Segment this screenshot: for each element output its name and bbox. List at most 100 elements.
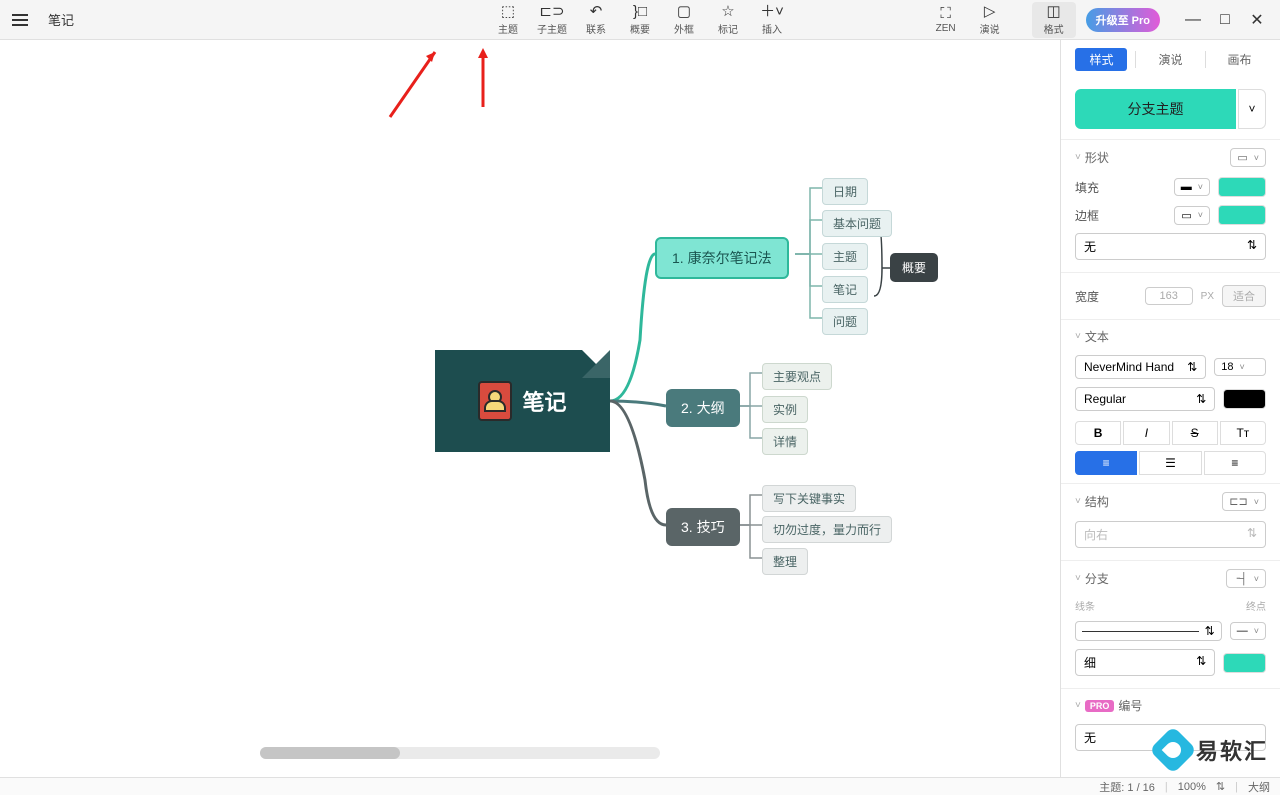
- zoom-level[interactable]: 100%: [1178, 781, 1206, 793]
- width-input[interactable]: [1145, 287, 1193, 305]
- tab-style[interactable]: 样式: [1075, 48, 1127, 71]
- format-icon: ◫: [1047, 4, 1061, 19]
- structure-selector[interactable]: ⊏⊐˅: [1222, 492, 1266, 511]
- topic-icon: ⬚: [501, 4, 515, 19]
- text-color-swatch[interactable]: [1223, 389, 1266, 409]
- toolbar-center: ⬚主题 ⊏⊃子主题 ↶联系 }□概要 ▢外框 ☆标记 ＋˅插入: [486, 2, 794, 38]
- mindmap-leaf[interactable]: 主题: [822, 243, 868, 270]
- mindmap-leaf[interactable]: 问题: [822, 308, 868, 335]
- tool-boundary[interactable]: ▢外框: [662, 2, 706, 38]
- maximize-button[interactable]: □: [1218, 13, 1232, 27]
- branch-topic-button[interactable]: 分支主题: [1075, 89, 1236, 129]
- scrollbar-thumb[interactable]: [260, 747, 400, 759]
- minimize-button[interactable]: —: [1186, 13, 1200, 27]
- section-width: 宽度 PX 适合: [1061, 272, 1280, 319]
- toolbar-right: ⛶ZEN ▷演说 ◫格式 升级至 Pro — □ ✕: [924, 2, 1280, 38]
- shape-selector[interactable]: ▭˅: [1230, 148, 1266, 167]
- branch-style-selector[interactable]: ╶┤˅: [1226, 569, 1266, 588]
- chevron-down-icon[interactable]: ˅: [1075, 331, 1081, 342]
- subtopic-icon: ⊏⊃: [539, 4, 564, 19]
- notebook-icon: [478, 381, 512, 421]
- annotation-arrow-2: [470, 42, 500, 112]
- statusbar: 主题: 1 / 16 | 100%⇅ | 大纲: [0, 777, 1280, 795]
- tab-canvas[interactable]: 画布: [1214, 48, 1266, 71]
- mindmap-leaf[interactable]: 笔记: [822, 276, 868, 303]
- thickness-select[interactable]: 细⇅: [1075, 649, 1215, 676]
- fill-color-swatch[interactable]: [1218, 177, 1266, 197]
- case-button[interactable]: Tт: [1220, 421, 1266, 445]
- mindmap-leaf[interactable]: 详情: [762, 428, 808, 455]
- hamburger-menu[interactable]: [0, 19, 40, 21]
- font-weight-select[interactable]: Regular⇅: [1075, 387, 1215, 411]
- pro-tag: PRO: [1085, 700, 1115, 712]
- mindmap-branch-3[interactable]: 3. 技巧: [666, 508, 740, 546]
- upgrade-pro-badge[interactable]: 升级至 Pro: [1086, 8, 1160, 32]
- mindmap-leaf[interactable]: 日期: [822, 178, 868, 205]
- branch-color-swatch[interactable]: [1223, 653, 1266, 673]
- mindmap-branch-2[interactable]: 2. 大纲: [666, 389, 740, 427]
- tool-summary[interactable]: }□概要: [618, 2, 662, 38]
- relationship-icon: ↶: [590, 4, 603, 19]
- border-color-swatch[interactable]: [1218, 205, 1266, 225]
- watermark-text: 易软汇: [1196, 734, 1268, 766]
- tool-relationship[interactable]: ↶联系: [574, 2, 618, 38]
- mindmap-leaf[interactable]: 切勿过度，量力而行: [762, 516, 892, 543]
- fill-style-select[interactable]: ▬˅: [1174, 178, 1210, 196]
- pitch-icon: ▷: [984, 4, 996, 19]
- annotation-arrow-1: [380, 42, 450, 122]
- mindmap-root-node[interactable]: 笔记: [435, 350, 610, 452]
- window-controls: — □ ✕: [1170, 13, 1280, 27]
- format-panel: 样式 演说 画布 分支主题 ˅ ˅形状 ▭˅ 填充 ▬˅ 边框 ▭˅ 无⇅ 宽度: [1060, 40, 1280, 777]
- document-title: 笔记: [48, 10, 74, 29]
- tool-marker[interactable]: ☆标记: [706, 2, 750, 38]
- endpoint-select[interactable]: —˅: [1230, 622, 1266, 640]
- align-right-button[interactable]: ≡: [1204, 451, 1266, 475]
- align-left-button[interactable]: ≡: [1075, 451, 1137, 475]
- strike-button[interactable]: S: [1172, 421, 1218, 445]
- watermark-logo-icon: [1149, 726, 1197, 774]
- tool-insert[interactable]: ＋˅插入: [750, 2, 794, 38]
- tool-topic[interactable]: ⬚主题: [486, 2, 530, 38]
- align-center-button[interactable]: ☰: [1139, 451, 1201, 475]
- section-shape: ˅形状 ▭˅ 填充 ▬˅ 边框 ▭˅ 无⇅: [1061, 139, 1280, 272]
- section-branch: ˅分支 ╶┤˅ 线条 终点 ⇅ —˅ 细⇅: [1061, 560, 1280, 688]
- view-mode[interactable]: 大纲: [1248, 779, 1270, 795]
- fit-button[interactable]: 适合: [1222, 285, 1266, 307]
- mindmap-leaf[interactable]: 主要观点: [762, 363, 832, 390]
- section-text: ˅文本 NeverMind Hand⇅ 18˅ Regular⇅ B I S T…: [1061, 319, 1280, 483]
- italic-button[interactable]: I: [1123, 421, 1169, 445]
- direction-select[interactable]: 向右⇅: [1075, 521, 1266, 548]
- close-button[interactable]: ✕: [1250, 13, 1264, 27]
- bold-button[interactable]: B: [1075, 421, 1121, 445]
- mindmap-branch-1[interactable]: 1. 康奈尔笔记法: [655, 237, 789, 279]
- tool-zen[interactable]: ⛶ZEN: [924, 4, 968, 36]
- panel-tabs: 样式 演说 画布: [1061, 40, 1280, 79]
- mindmap-leaf[interactable]: 整理: [762, 548, 808, 575]
- zen-icon: ⛶: [940, 6, 951, 21]
- mindmap-leaf[interactable]: 基本问题: [822, 210, 892, 237]
- font-size-select[interactable]: 18˅: [1214, 358, 1266, 376]
- chevron-down-icon[interactable]: ˅: [1075, 152, 1081, 163]
- branch-dropdown[interactable]: ˅: [1238, 89, 1266, 129]
- chevron-down-icon[interactable]: ˅: [1075, 573, 1081, 584]
- chevron-down-icon[interactable]: ˅: [1075, 700, 1081, 711]
- marker-icon: ☆: [721, 4, 734, 19]
- canvas[interactable]: 笔记 1. 康奈尔笔记法 2. 大纲 3. 技巧 日期 基本问题 主题 笔记 问…: [0, 40, 1060, 777]
- tab-pitch[interactable]: 演说: [1144, 48, 1196, 71]
- font-select[interactable]: NeverMind Hand⇅: [1075, 355, 1206, 379]
- horizontal-scrollbar[interactable]: [260, 747, 660, 759]
- topic-count: 主题: 1 / 16: [1099, 779, 1155, 795]
- chevron-down-icon[interactable]: ˅: [1075, 496, 1081, 507]
- root-label: 笔记: [522, 385, 566, 417]
- line-style-select[interactable]: 无⇅: [1075, 233, 1266, 260]
- mindmap-leaf[interactable]: 写下关键事实: [762, 485, 856, 512]
- boundary-icon: ▢: [677, 4, 691, 19]
- line-style-preview[interactable]: ⇅: [1075, 621, 1222, 641]
- tool-pitch[interactable]: ▷演说: [968, 2, 1012, 38]
- tool-format[interactable]: ◫格式: [1032, 2, 1076, 38]
- tool-subtopic[interactable]: ⊏⊃子主题: [530, 2, 574, 38]
- border-style-select[interactable]: ▭˅: [1174, 206, 1210, 225]
- mindmap-summary-node[interactable]: 概要: [890, 253, 938, 282]
- titlebar: 笔记 ⬚主题 ⊏⊃子主题 ↶联系 }□概要 ▢外框 ☆标记 ＋˅插入 ⛶ZEN …: [0, 0, 1280, 40]
- mindmap-leaf[interactable]: 实例: [762, 396, 808, 423]
